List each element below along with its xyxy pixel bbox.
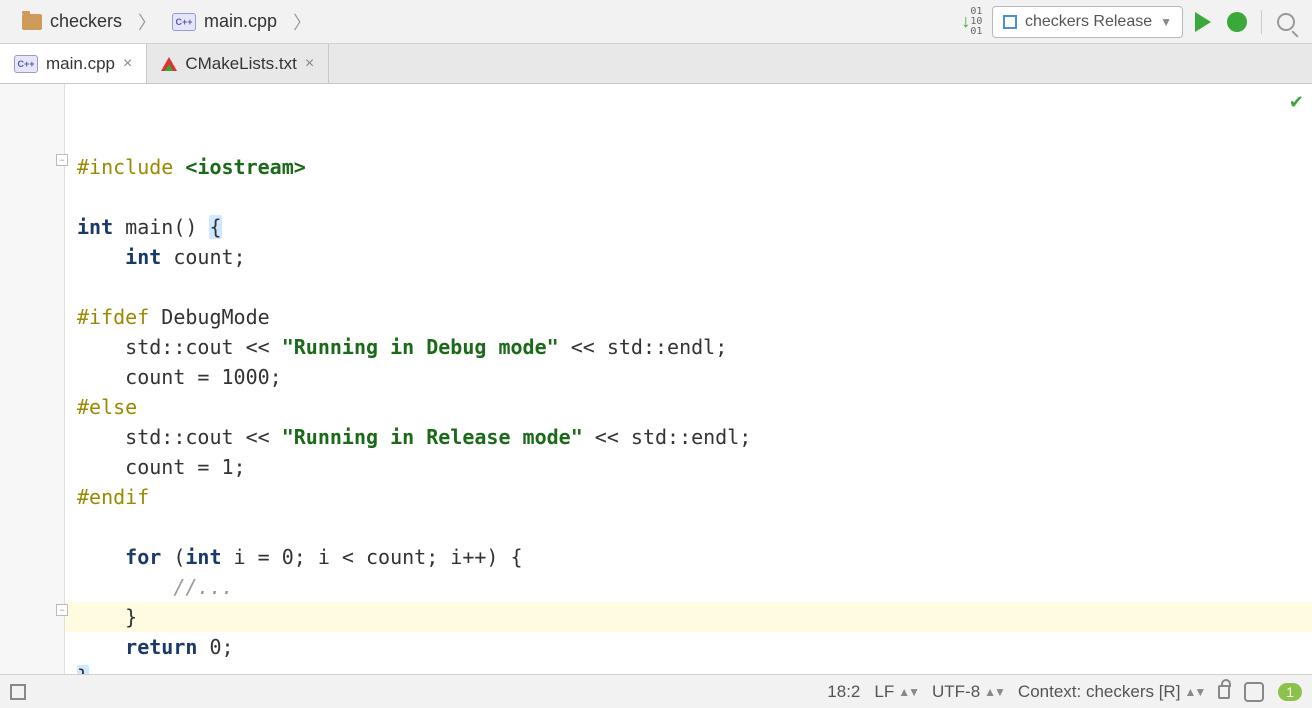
readonly-toggle[interactable] — [1218, 685, 1230, 699]
code-token: count; — [161, 245, 245, 269]
inspection-ok-icon[interactable]: ✔ — [1289, 92, 1304, 113]
code-token: std::cout << — [77, 335, 282, 359]
gutter[interactable]: − − — [0, 84, 65, 674]
code-token: "Running in Release mode" — [282, 425, 583, 449]
code-token: DebugMode — [149, 305, 269, 329]
code-token: << std::endl; — [559, 335, 728, 359]
updown-icon: ▲▼ — [1184, 685, 1204, 699]
tool-window-toggle[interactable] — [10, 684, 26, 700]
close-icon[interactable]: × — [305, 55, 314, 73]
code-token: std::cout << — [77, 425, 282, 449]
top-toolbar: checkers 〉 C++ main.cpp 〉 ↓ 011001 check… — [0, 0, 1312, 44]
close-icon[interactable]: × — [123, 55, 132, 73]
code-token: main() — [125, 215, 197, 239]
divider — [1261, 10, 1262, 34]
context-label: Context: checkers [R] — [1018, 682, 1181, 702]
ide-status-button[interactable] — [1244, 682, 1264, 702]
code-token: { — [209, 215, 221, 239]
face-icon — [1244, 682, 1264, 702]
run-button[interactable] — [1189, 8, 1217, 36]
bug-icon — [1227, 12, 1247, 32]
search-icon — [1277, 13, 1295, 31]
code-token: #include — [77, 155, 173, 179]
code-token: return — [125, 635, 197, 659]
code-token: i = 0; i < count; i++) { — [222, 545, 523, 569]
code-token: } — [77, 605, 137, 629]
binary-icon: 011001 — [970, 7, 982, 37]
cursor-position[interactable]: 18:2 — [827, 682, 860, 702]
code-token: #endif — [77, 485, 149, 509]
lock-icon — [1218, 685, 1230, 699]
breadcrumb-file[interactable]: C++ main.cpp — [162, 7, 287, 36]
cmake-file-icon — [161, 57, 177, 71]
code-token: << std::endl; — [583, 425, 752, 449]
notification-badge[interactable]: 1 — [1278, 683, 1302, 701]
editor: − − #include <iostream> int main() { int… — [0, 84, 1312, 674]
debug-button[interactable] — [1223, 8, 1251, 36]
encoding-selector[interactable]: UTF-8 ▲▼ — [932, 682, 1004, 702]
breadcrumb-file-label: main.cpp — [204, 11, 277, 32]
tab-label: main.cpp — [46, 54, 115, 74]
notification-count: 1 — [1278, 683, 1302, 701]
code-token: count = 1000; — [77, 365, 282, 389]
cpp-file-icon: C++ — [172, 13, 196, 31]
code-token: int — [185, 545, 221, 569]
code-token: #else — [77, 395, 137, 419]
tab-main-cpp[interactable]: C++ main.cpp × — [0, 44, 147, 83]
code-token: ( — [161, 545, 185, 569]
run-config-label: checkers Release — [1025, 13, 1152, 31]
tab-label: CMakeLists.txt — [185, 54, 296, 74]
code-token: //... — [77, 575, 234, 599]
context-selector[interactable]: Context: checkers [R] ▲▼ — [1018, 682, 1204, 702]
code-token: "Running in Debug mode" — [282, 335, 559, 359]
updown-icon: ▲▼ — [984, 685, 1004, 699]
code-area[interactable]: #include <iostream> int main() { int cou… — [65, 84, 1312, 674]
play-icon — [1195, 12, 1211, 32]
encoding-label: UTF-8 — [932, 682, 980, 702]
chevron-down-icon: ▼ — [1160, 15, 1172, 29]
status-bar: 18:2 LF ▲▼ UTF-8 ▲▼ Context: checkers [R] … — [0, 674, 1312, 708]
code-token: } — [77, 665, 89, 674]
code-token: for — [125, 545, 161, 569]
line-separator-selector[interactable]: LF ▲▼ — [874, 682, 918, 702]
editor-tab-bar: C++ main.cpp × CMakeLists.txt × — [0, 44, 1312, 84]
code-token: 0; — [197, 635, 233, 659]
update-project-button[interactable]: ↓ 011001 — [958, 8, 986, 36]
arrow-down-icon: ↓ — [961, 11, 970, 32]
chevron-right-icon: 〉 — [138, 9, 156, 35]
folder-icon — [22, 14, 42, 30]
chevron-right-icon: 〉 — [293, 9, 311, 35]
code-token: <iostream> — [185, 155, 305, 179]
code-token: count = 1; — [77, 455, 246, 479]
breadcrumb-project[interactable]: checkers — [12, 7, 132, 36]
updown-icon: ▲▼ — [898, 685, 918, 699]
cpp-file-icon: C++ — [14, 55, 38, 73]
breadcrumb-project-label: checkers — [50, 11, 122, 32]
code-token: int — [77, 215, 113, 239]
code-token: int — [125, 245, 161, 269]
current-line-highlight — [65, 602, 1312, 632]
cursor-position-label: 18:2 — [827, 682, 860, 702]
search-everywhere-button[interactable] — [1272, 8, 1300, 36]
code-token: #ifdef — [77, 305, 149, 329]
tab-cmakelists[interactable]: CMakeLists.txt × — [147, 44, 329, 83]
run-configuration-selector[interactable]: checkers Release ▼ — [992, 6, 1183, 38]
window-icon — [10, 684, 26, 700]
line-separator-label: LF — [874, 682, 894, 702]
run-config-icon — [1003, 15, 1017, 29]
